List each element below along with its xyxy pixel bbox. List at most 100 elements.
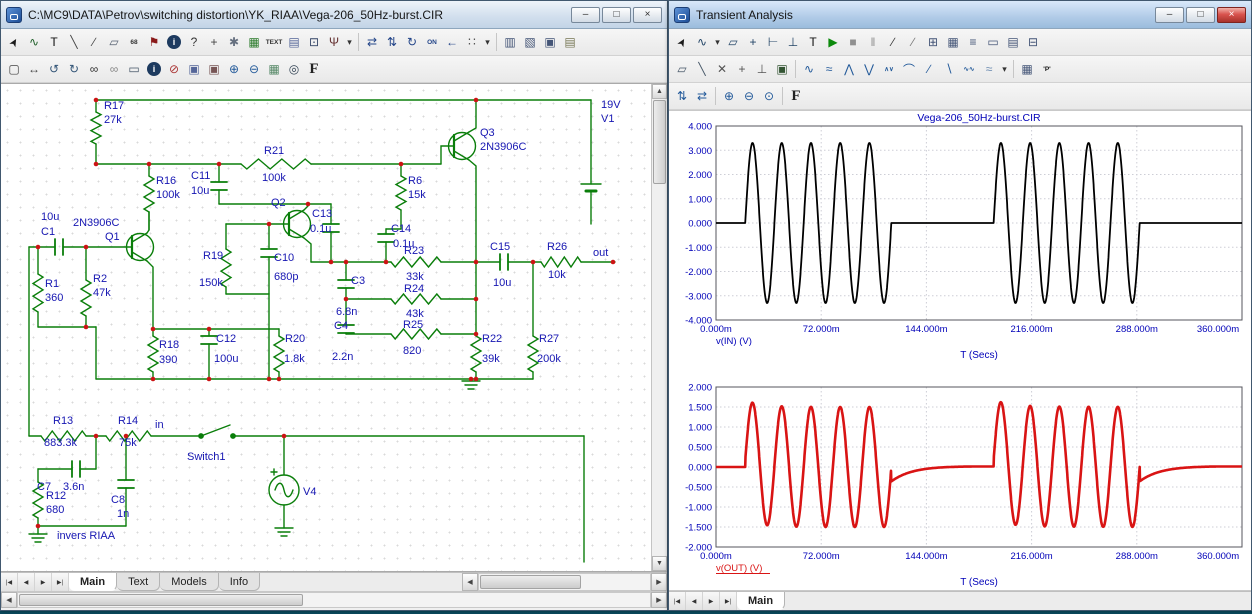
zoom-in-icon[interactable]: ⊕ <box>719 86 739 107</box>
anchor-tag-icon[interactable]: ⊥ <box>752 59 772 80</box>
schematic-canvas[interactable]: R1727kR16100kC1110uR21100kR615kQ32N3906C… <box>1 84 651 573</box>
wave-smooth-icon[interactable]: ≈ <box>979 59 999 80</box>
probe-icon[interactable]: Ψ <box>324 32 344 53</box>
maximize-button[interactable]: □ <box>1186 7 1215 23</box>
nav-next-button[interactable]: ▶ <box>35 573 52 591</box>
tab-hscroll-track[interactable] <box>478 573 651 591</box>
hscroll-right-button[interactable]: ▶ <box>651 592 667 608</box>
tab-main[interactable]: Main <box>737 592 785 610</box>
wave-sine-icon[interactable]: ∿ <box>799 59 819 80</box>
waveform-window-icon[interactable]: ▱ <box>723 32 743 53</box>
p-key-icon[interactable]: 'P' <box>1037 59 1057 80</box>
close-button[interactable]: × <box>633 7 662 23</box>
horizontal-tag-icon[interactable]: ⊢ <box>763 32 783 53</box>
help-mode-icon[interactable]: ? <box>184 32 204 53</box>
wave-updown-icon[interactable]: ∧∨ <box>879 59 899 80</box>
globe-icon[interactable]: ◎ <box>284 59 304 80</box>
nav-first-button[interactable]: |◀ <box>669 592 686 610</box>
zoom-select-icon[interactable]: ⊙ <box>759 86 779 107</box>
tab-info[interactable]: Info <box>219 573 260 591</box>
nav-last-button[interactable]: ▶| <box>52 573 69 591</box>
analysis-titlebar[interactable]: Transient Analysis –□× <box>669 1 1251 29</box>
grid-dropdown-caret[interactable]: ▾ <box>482 32 493 53</box>
text-box-icon[interactable]: TEXT <box>264 32 284 53</box>
hscroll-track[interactable] <box>17 592 651 608</box>
tab-scroll-left-button[interactable]: ◀ <box>462 573 478 591</box>
point-probe-icon[interactable]: + <box>204 32 224 53</box>
wave-burst-icon[interactable]: ∿∿ <box>959 59 979 80</box>
text-tool-icon[interactable]: T <box>803 32 823 53</box>
panel-table-icon[interactable]: ▦ <box>943 32 963 53</box>
nav-prev-button[interactable]: ◀ <box>18 573 35 591</box>
numeric-output-icon[interactable]: ▤ <box>1003 32 1023 53</box>
hscroll-thumb[interactable] <box>19 594 303 606</box>
wire-mode-icon[interactable]: ∿ <box>24 32 44 53</box>
window-pointer-icon[interactable]: ▣ <box>540 32 560 53</box>
toggle-on-icon[interactable]: ON <box>422 32 442 53</box>
info-circle-icon[interactable]: i <box>147 62 161 76</box>
nav-prev-button[interactable]: ◀ <box>686 592 703 610</box>
close-button[interactable]: × <box>1217 7 1246 23</box>
wave-double-sine-icon[interactable]: ≈ <box>819 59 839 80</box>
pause-icon[interactable]: ‖ <box>863 32 883 53</box>
tab-models[interactable]: Models <box>160 573 218 591</box>
nav-last-button[interactable]: ▶| <box>720 592 737 610</box>
vscroll-thumb[interactable] <box>653 100 666 184</box>
schematic-vscrollbar[interactable]: ▲ ▼ <box>651 84 667 571</box>
binoculars-find-icon[interactable]: ∞ <box>84 59 104 80</box>
nav-first-button[interactable]: |◀ <box>1 573 18 591</box>
analysis-plots[interactable]: 4.0003.0002.0001.0000.000-1.000-2.000-3.… <box>670 112 1250 590</box>
zoom-out-icon[interactable]: ⊖ <box>739 86 759 107</box>
cut-tool-icon[interactable]: ✕ <box>712 59 732 80</box>
schematic-titlebar[interactable]: C:\MC9\DATA\Petrov\switching distortion\… <box>1 1 667 29</box>
slope-tool-alt-icon[interactable]: ∕ <box>903 32 923 53</box>
zoom-in-icon[interactable]: ⊕ <box>224 59 244 80</box>
file-options-icon[interactable]: ▤ <box>560 32 580 53</box>
wave-peak-icon[interactable]: ⋀ <box>839 59 859 80</box>
scope-dropdown-caret[interactable]: ▾ <box>712 32 723 53</box>
checkbox-icon[interactable]: ▣ <box>772 59 792 80</box>
wave-arc-icon[interactable]: ⌒ <box>899 59 919 80</box>
region-select-icon[interactable]: ▢ <box>4 59 24 80</box>
rotate-left-icon[interactable]: ↺ <box>44 59 64 80</box>
scroll-up-button[interactable]: ▲ <box>652 84 667 99</box>
image-icon[interactable]: ▦ <box>264 59 284 80</box>
step-back-icon[interactable]: ← <box>442 32 462 53</box>
binoculars-find-next-icon[interactable]: ∞ <box>104 59 124 80</box>
tab-hscroll-thumb[interactable] <box>480 575 581 589</box>
diagonal-wire-icon[interactable]: ╲ <box>64 32 84 53</box>
vertical-tag-icon[interactable]: ⊥ <box>783 32 803 53</box>
stop-icon[interactable]: ■ <box>843 32 863 53</box>
vscroll-track[interactable] <box>652 185 667 556</box>
tab-scroll-right-button[interactable]: ▶ <box>651 573 667 591</box>
text-mode-icon[interactable]: T <box>44 32 64 53</box>
run-icon[interactable]: ▶ <box>823 32 843 53</box>
tile-windows-icon[interactable]: ▥ <box>500 32 520 53</box>
shape-tool-icon[interactable]: ▱ <box>672 59 692 80</box>
schematic-hscrollbar[interactable]: ◀ ▶ <box>1 591 667 608</box>
wave-fall-icon[interactable]: ∖ <box>939 59 959 80</box>
pin-tag-icon[interactable]: + <box>732 59 752 80</box>
zoom-out-icon[interactable]: ⊖ <box>244 59 264 80</box>
settings-gear-icon[interactable]: ✱ <box>224 32 244 53</box>
stretch-icon[interactable]: ↔ <box>24 59 44 80</box>
single-plot-icon[interactable]: ▭ <box>983 32 1003 53</box>
copy-page-alt-icon[interactable]: ▣ <box>204 59 224 80</box>
data-table-icon[interactable]: ⊟ <box>1023 32 1043 53</box>
info-mode-icon[interactable]: i <box>167 35 181 49</box>
zoom-region-icon[interactable]: ⊡ <box>304 32 324 53</box>
tab-main[interactable]: Main <box>69 573 117 591</box>
font-icon[interactable]: F <box>786 86 806 107</box>
graphics-tool-icon[interactable]: ▱ <box>104 32 124 53</box>
cascade-windows-icon[interactable]: ▧ <box>520 32 540 53</box>
slope-tool-icon[interactable]: ∕ <box>883 32 903 53</box>
maximize-button[interactable]: □ <box>602 7 631 23</box>
grid-dots-icon[interactable]: ∷ <box>462 32 482 53</box>
rotate-icon[interactable]: ↻ <box>402 32 422 53</box>
font-icon[interactable]: F <box>304 59 324 80</box>
y-axis-tool-icon[interactable]: ⇅ <box>672 86 692 107</box>
panel-grid-icon[interactable]: ⊞ <box>923 32 943 53</box>
minimize-button[interactable]: – <box>571 7 600 23</box>
paste-icon[interactable]: ▤ <box>284 32 304 53</box>
line-tool-icon[interactable]: ∕ <box>84 32 104 53</box>
